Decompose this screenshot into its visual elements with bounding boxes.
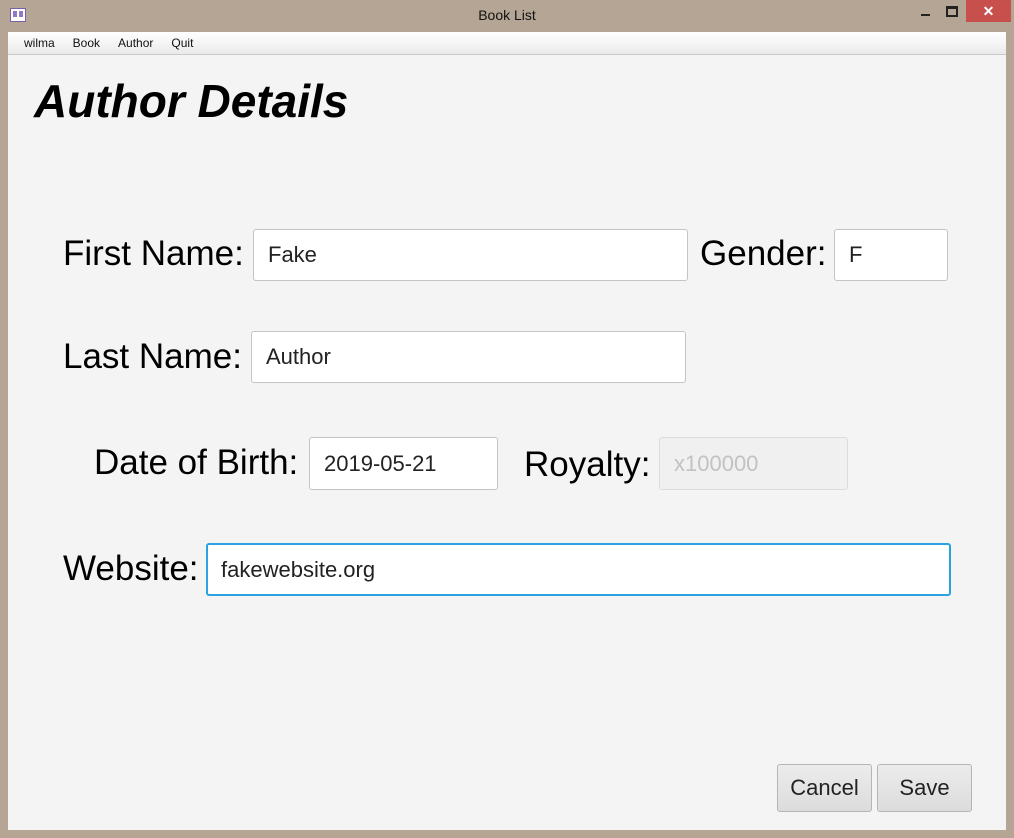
website-label: Website:: [63, 549, 199, 588]
first-name-field[interactable]: [253, 229, 688, 281]
menu-item-quit[interactable]: Quit: [162, 32, 202, 55]
menu-item-wilma[interactable]: wilma: [15, 32, 64, 55]
cancel-button[interactable]: Cancel: [777, 764, 872, 812]
save-button[interactable]: Save: [877, 764, 972, 812]
menu-item-author[interactable]: Author: [109, 32, 162, 55]
date-of-birth-field[interactable]: [309, 437, 498, 490]
close-icon: ✕: [982, 3, 995, 19]
royalty-field: [659, 437, 848, 490]
maximize-icon: [946, 5, 958, 17]
close-button[interactable]: ✕: [966, 0, 1011, 22]
website-field[interactable]: [206, 543, 951, 596]
gender-field[interactable]: [834, 229, 948, 281]
page-title: Author Details: [34, 75, 349, 127]
last-name-field[interactable]: [251, 331, 686, 383]
gender-label: Gender:: [700, 234, 827, 273]
date-of-birth-label: Date of Birth:: [94, 443, 299, 482]
app-window: wilma Book Author Quit Author Details Fi…: [8, 32, 1006, 830]
title-bar: Book List ✕: [0, 0, 1014, 32]
first-name-label: First Name:: [63, 234, 244, 273]
maximize-button[interactable]: [939, 0, 965, 22]
menu-bar: wilma Book Author Quit: [8, 32, 1006, 55]
menu-item-book[interactable]: Book: [64, 32, 109, 55]
minimize-icon: [920, 14, 930, 16]
minimize-button[interactable]: [912, 0, 938, 22]
royalty-label: Royalty:: [524, 445, 651, 484]
last-name-label: Last Name:: [63, 337, 242, 376]
window-title: Book List: [478, 7, 536, 23]
